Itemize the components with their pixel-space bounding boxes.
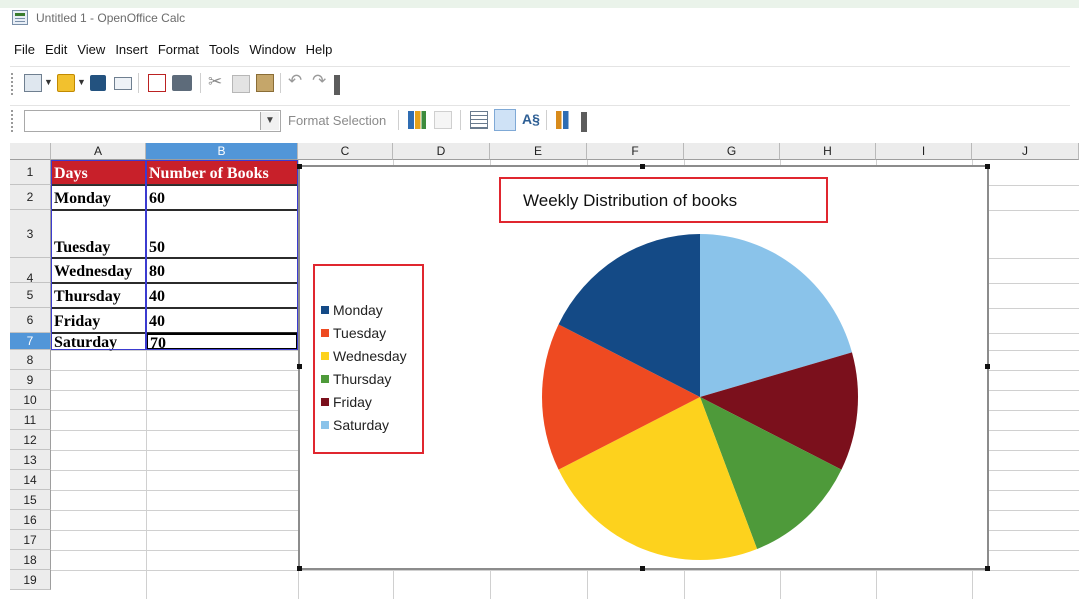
legend-label: Monday <box>333 302 383 318</box>
legend-entry-saturday: Saturday <box>321 417 389 433</box>
legend-swatch <box>321 375 329 383</box>
legend-swatch <box>321 352 329 360</box>
legend-label: Friday <box>333 394 372 410</box>
chart-title: Weekly Distribution of books <box>523 191 738 210</box>
legend-swatch <box>321 329 329 337</box>
legend-entry-monday: Monday <box>321 302 383 318</box>
legend-label: Wednesday <box>333 348 407 364</box>
legend-label: Saturday <box>333 417 390 433</box>
chart-title-box[interactable]: Weekly Distribution of books <box>499 177 828 223</box>
legend-entry-wednesday: Wednesday <box>321 348 407 364</box>
legend-label: Thursday <box>333 371 392 387</box>
legend-entry-tuesday: Tuesday <box>321 325 386 341</box>
legend-label: Tuesday <box>333 325 387 341</box>
legend-entry-thursday: Thursday <box>321 371 391 387</box>
legend-entry-friday: Friday <box>321 394 372 410</box>
legend-swatch <box>321 306 329 314</box>
chart-legend[interactable]: Monday Tuesday Wednesday Thursday Friday Satu… <box>313 264 424 454</box>
legend-swatch <box>321 398 329 406</box>
legend-swatch <box>321 421 329 429</box>
pie-chart <box>542 234 858 560</box>
